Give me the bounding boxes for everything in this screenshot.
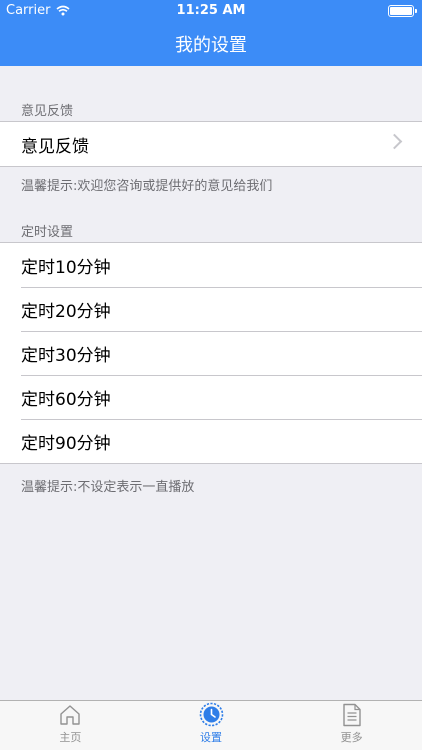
home-icon <box>60 705 81 725</box>
timer-option-label: 定时30分钟 <box>21 345 111 366</box>
document-icon <box>342 703 361 727</box>
feedback-cell[interactable]: 意见反馈 <box>0 122 422 166</box>
timer-option-20[interactable]: 定时20分钟 <box>0 287 422 331</box>
navigation-bar: Carrier 11:25 AM 我的设置 <box>0 0 422 66</box>
tab-settings-label: 设置 <box>200 731 222 744</box>
timer-option-label: 定时10分钟 <box>21 257 111 278</box>
status-bar: Carrier 11:25 AM <box>0 0 422 22</box>
timer-group: 定时10分钟 定时20分钟 定时30分钟 定时60分钟 定时90分钟 <box>0 242 422 464</box>
tab-bar: 主页 设置 更多 <box>0 700 422 750</box>
timer-option-label: 定时90分钟 <box>21 433 111 454</box>
tab-home-label: 主页 <box>59 731 82 744</box>
tab-more[interactable]: 更多 <box>281 701 422 750</box>
timer-option-90[interactable]: 定时90分钟 <box>0 419 422 463</box>
tab-home[interactable]: 主页 <box>0 701 141 750</box>
timer-option-60[interactable]: 定时60分钟 <box>0 375 422 419</box>
timer-footer-hint: 温馨提示:不设定表示一直播放 <box>21 480 195 495</box>
timer-option-label: 定时20分钟 <box>21 301 111 322</box>
timer-option-30[interactable]: 定时30分钟 <box>0 331 422 375</box>
timer-option-label: 定时60分钟 <box>21 389 111 410</box>
feedback-group: 意见反馈 <box>0 121 422 167</box>
tab-more-label: 更多 <box>340 731 363 744</box>
feedback-section-header: 意见反馈 <box>21 104 74 119</box>
feedback-footer-hint: 温馨提示:欢迎您咨询或提供好的意见给我们 <box>21 179 273 194</box>
timer-section-header: 定时设置 <box>21 225 74 240</box>
feedback-cell-label: 意见反馈 <box>21 136 89 157</box>
status-time: 11:25 AM <box>176 3 246 18</box>
chevron-right-icon <box>386 133 403 150</box>
settings-clock-icon <box>199 702 223 727</box>
tab-settings[interactable]: 设置 <box>141 701 282 750</box>
battery-icon <box>388 5 417 17</box>
timer-option-10[interactable]: 定时10分钟 <box>0 243 422 287</box>
page-title: 我的设置 <box>175 35 247 56</box>
